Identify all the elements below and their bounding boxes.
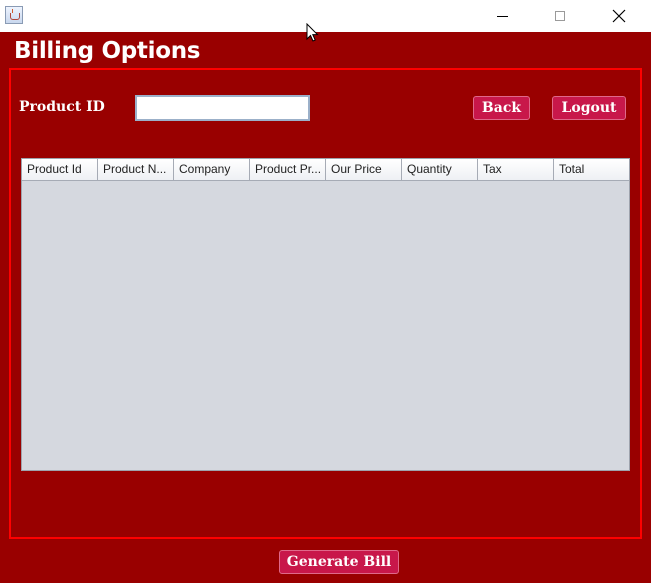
product-id-input[interactable] bbox=[135, 95, 310, 121]
billing-table[interactable]: Product Id Product N... Company Product … bbox=[21, 158, 630, 471]
page-title: Billing Options bbox=[14, 38, 201, 64]
close-icon bbox=[612, 9, 626, 23]
maximize-button[interactable] bbox=[537, 0, 583, 32]
column-header-tax[interactable]: Tax bbox=[478, 159, 554, 180]
column-header-company[interactable]: Company bbox=[174, 159, 250, 180]
generate-bill-button[interactable]: Generate Bill bbox=[279, 550, 399, 574]
column-header-quantity[interactable]: Quantity bbox=[402, 159, 478, 180]
minimize-icon bbox=[496, 15, 508, 17]
column-header-product-price[interactable]: Product Pr... bbox=[250, 159, 326, 180]
title-bar bbox=[0, 0, 651, 42]
maximize-icon bbox=[555, 11, 565, 21]
logout-button[interactable]: Logout bbox=[552, 96, 626, 120]
java-cup-icon bbox=[5, 6, 23, 24]
mouse-cursor-icon bbox=[306, 23, 319, 42]
product-id-label: Product ID bbox=[19, 99, 105, 115]
column-header-our-price[interactable]: Our Price bbox=[326, 159, 402, 180]
column-header-product-id[interactable]: Product Id bbox=[22, 159, 98, 180]
column-header-total[interactable]: Total bbox=[554, 159, 629, 180]
table-header: Product Id Product N... Company Product … bbox=[22, 159, 629, 181]
close-button[interactable] bbox=[596, 0, 642, 32]
billing-window: Billing Options Product ID Back Logout P… bbox=[0, 0, 651, 583]
minimize-button[interactable] bbox=[479, 0, 525, 32]
back-button[interactable]: Back bbox=[473, 96, 530, 120]
column-header-product-name[interactable]: Product N... bbox=[98, 159, 174, 180]
